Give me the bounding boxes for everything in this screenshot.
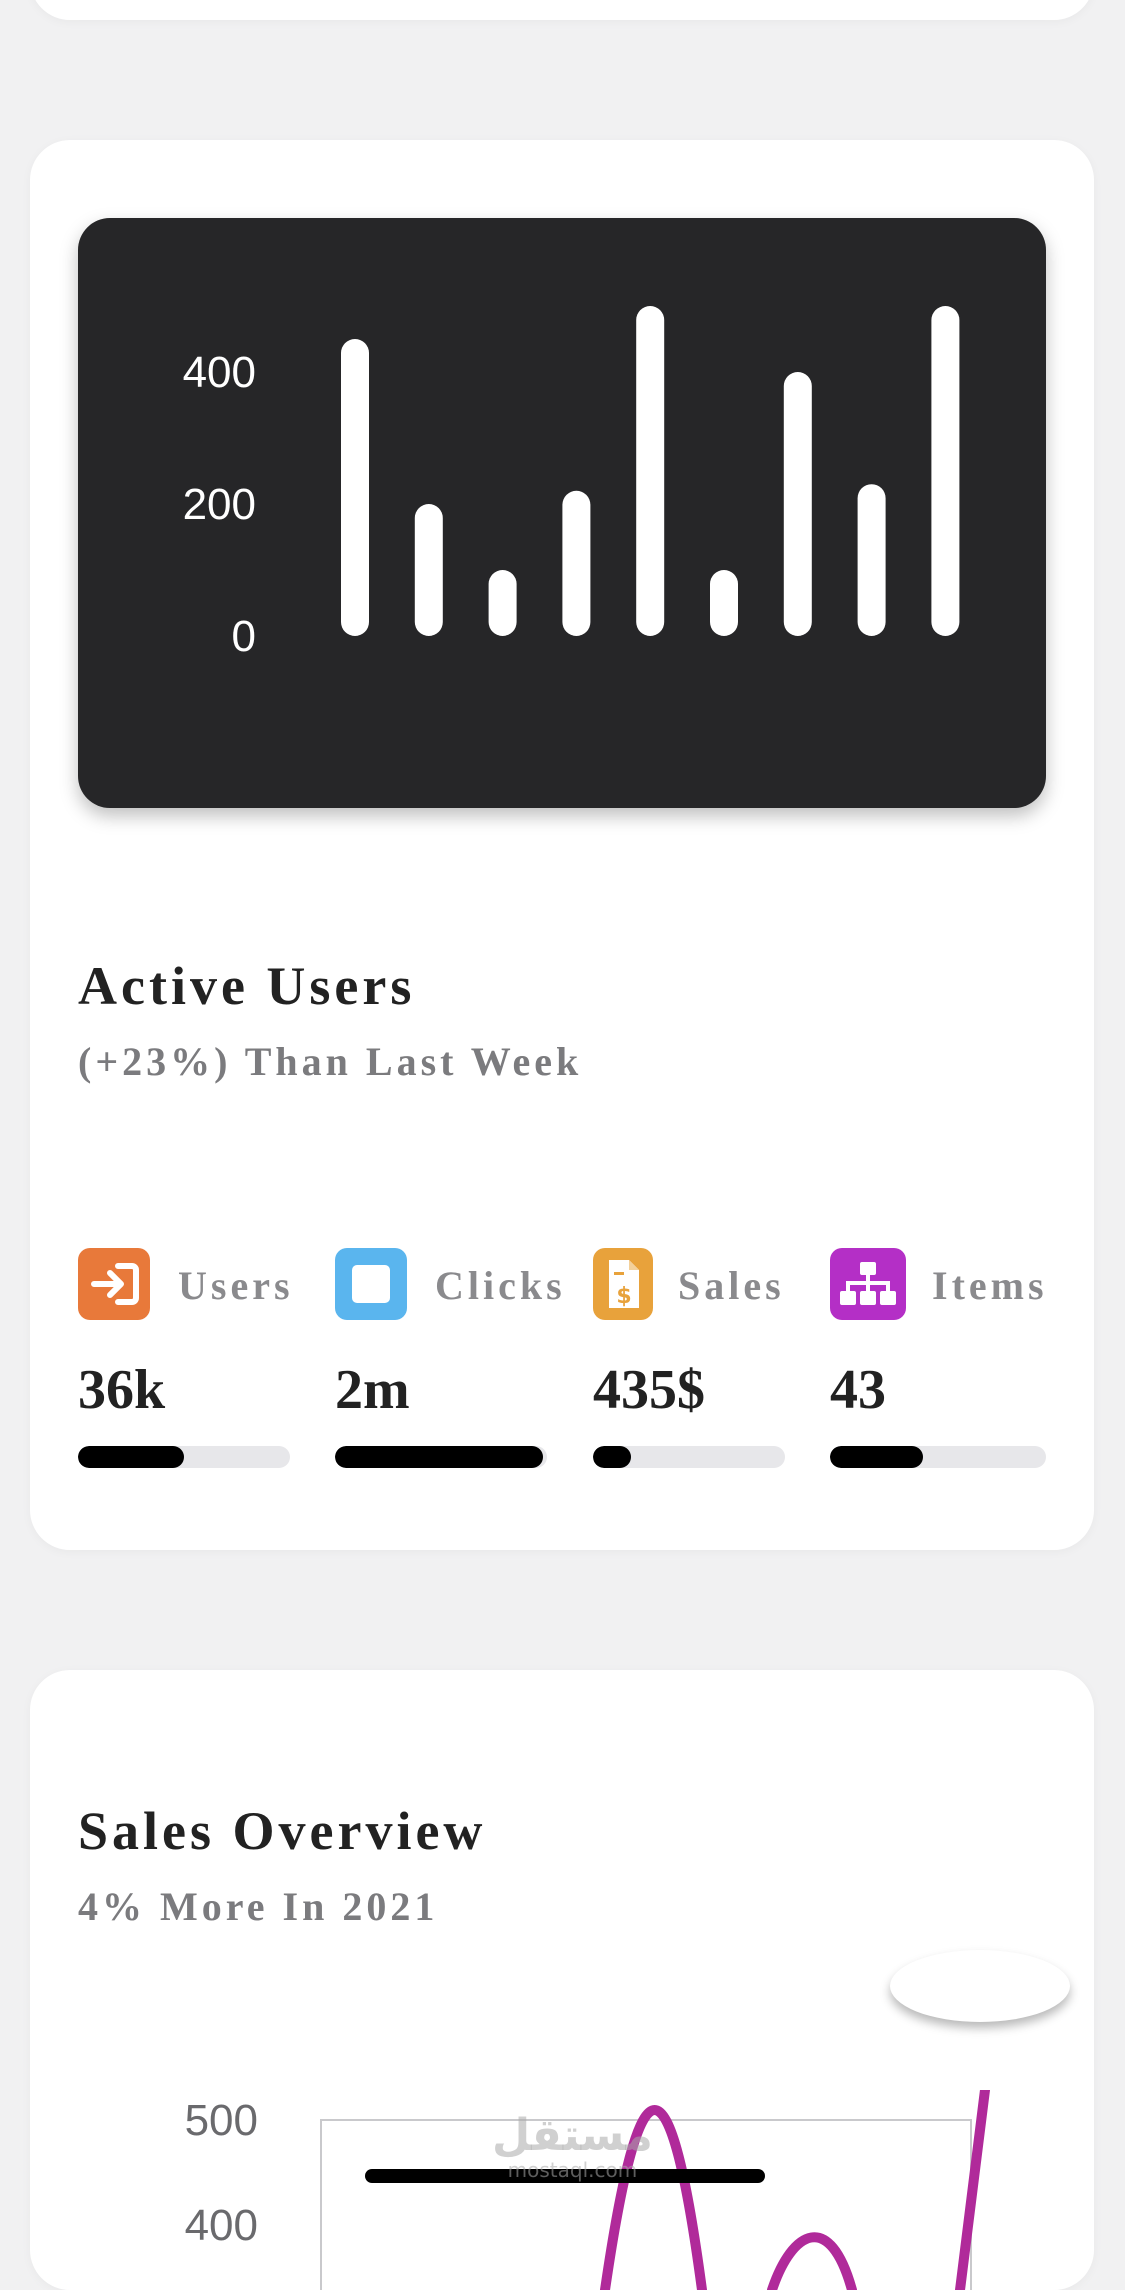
stat-label: Items [932,1263,1048,1308]
invoice-dollar-icon: $ [593,1248,653,1320]
card-subtitle: (+23%) Than Last Week [78,1039,583,1084]
stat-label: Sales [678,1263,785,1308]
menu-toggle-button[interactable] [890,1950,1070,2022]
sitemap-icon [830,1248,906,1320]
bar-1 [341,339,369,636]
bar-4 [562,490,591,636]
y-tick-label: 200 [183,480,256,529]
login-icon [78,1248,150,1320]
bar-7 [783,372,812,636]
progress-track [335,1446,547,1468]
stat-sales: $ Sales 435$ [593,1248,785,1468]
progress-fill [78,1446,184,1468]
watermark-main: مستقل [492,2110,653,2161]
stat-value: 2m [335,1359,410,1421]
stat-value: 36k [78,1359,166,1421]
previous-card [30,0,1094,20]
stat-label: Clicks [435,1263,566,1308]
y-tick-label-partial: 400 [185,2201,258,2250]
bar-3 [488,570,517,636]
card-title: Active Users [78,956,416,1016]
card-title: Sales Overview [78,1801,487,1861]
y-tick-label: 0 [232,612,256,661]
bar-9 [931,306,960,636]
progress-track [593,1446,785,1468]
stat-value: 435$ [593,1359,705,1421]
progress-fill [593,1446,632,1468]
y-tick-label: 500 [185,2096,258,2145]
sales-overview-card: Sales Overview 4% More In 2021 500 400 م… [30,1670,1094,2290]
stat-users: Users 36k [78,1248,290,1468]
bar-8 [857,484,886,636]
bar-2 [414,504,443,636]
y-tick-label: 400 [183,348,256,397]
bar-5 [636,306,665,636]
stat-items: Items 43 [830,1248,1048,1468]
stat-value: 43 [830,1359,886,1421]
stat-clicks: Clicks 2m [335,1248,562,1468]
card-subtitle: 4% More In 2021 [78,1884,439,1929]
progress-fill [335,1446,543,1468]
progress-track [78,1446,290,1468]
bar-chart-svg: 0 200 400 [183,306,960,661]
progress-fill [830,1446,923,1468]
watermark-logo: مستقل mostaql.com [492,2110,653,2182]
active-users-bar-chart: 0 200 400 [78,218,1046,808]
active-users-card: 0 200 400 Active Users (+23%) Than Last We… [30,140,1094,1550]
bar-6 [710,570,738,636]
progress-track [830,1446,1046,1468]
watermark-sub: mostaql.com [507,2158,638,2182]
stat-label: Users [178,1263,294,1308]
svg-text:$: $ [616,1284,631,1309]
square-icon [335,1248,407,1320]
